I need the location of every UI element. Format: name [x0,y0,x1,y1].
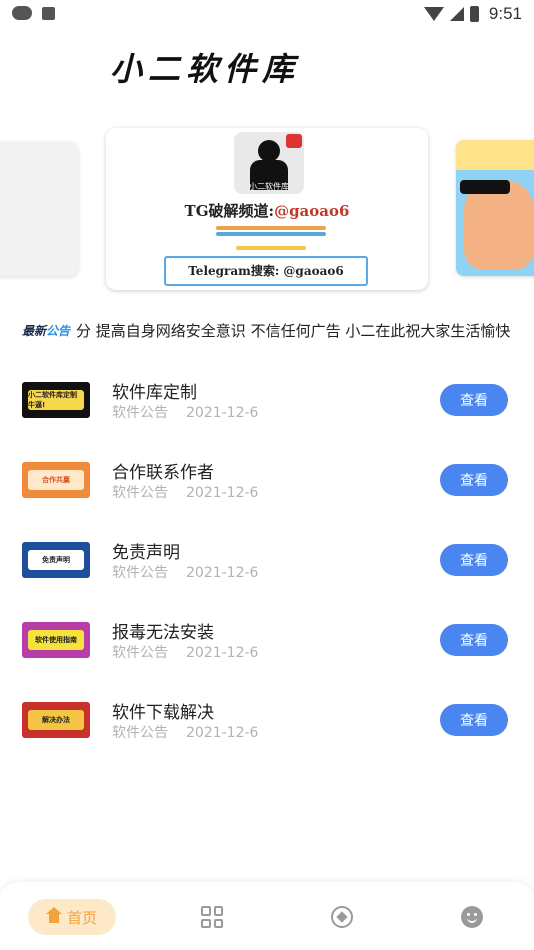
article-category: 软件公告 [112,485,168,501]
article-title: 软件库定制 [112,383,197,403]
list-item[interactable]: 小二软件库定制 牛逼! 软件库定制 软件公告 2021-12-6 查看 [0,370,534,450]
banner-title-handle: @gaoao6 [274,202,350,220]
article-date: 2021-12-6 [186,565,259,581]
notice-label: 最新公告 [22,322,70,339]
article-meta: 软件公告 2021-12-6 [112,722,258,742]
status-time: 9:51 [488,4,522,23]
list-item[interactable]: 合作共赢 合作联系作者 软件公告 2021-12-6 查看 [0,450,534,530]
view-button[interactable]: 查看 [440,544,508,576]
banner-title: TG破解频道:@gaoao6 [106,200,428,221]
banner-slide-next[interactable] [456,140,534,276]
signal-icon [449,7,464,21]
nav-tab-home[interactable]: 首页 [28,899,116,935]
thumbnail-text: 免责声明 [28,550,84,570]
article-meta: 软件公告 2021-12-6 [112,482,258,502]
article-meta: 软件公告 2021-12-6 [112,642,258,662]
article-meta: 软件公告 2021-12-6 [112,402,258,422]
status-right-icons: 9:51 [423,4,522,24]
avatar-badge [286,134,302,148]
article-thumbnail: 解决办法 [22,702,90,738]
battery-icon [469,6,479,22]
banner-slide-previous[interactable] [0,142,78,276]
view-button[interactable]: 查看 [440,624,508,656]
view-button[interactable]: 查看 [440,384,508,416]
announcement-list: 小二软件库定制 牛逼! 软件库定制 软件公告 2021-12-6 查看 合作共赢 … [0,370,534,770]
article-category: 软件公告 [112,405,168,421]
thumbnail-text: 解决办法 [28,710,84,730]
article-date: 2021-12-6 [186,725,259,741]
view-button[interactable]: 查看 [440,464,508,496]
avatar-head-shape [258,140,280,162]
thumbnail-text: 软件使用指南 [28,630,84,650]
banner-wave-blue [216,232,326,236]
article-title: 免责声明 [112,543,180,563]
article-title: 报毒无法安装 [112,623,214,643]
article-title: 软件下载解决 [112,703,214,723]
sunglasses-shape [460,180,510,194]
list-item[interactable]: 解决办法 软件下载解决 软件公告 2021-12-6 查看 [0,690,534,770]
article-meta: 软件公告 2021-12-6 [112,562,258,582]
banner-search-box: Telegram搜索: @gaoao6 [164,256,368,286]
status-bar: 9:51 [0,0,534,30]
wifi-icon [423,7,444,21]
thumbnail-text: 小二软件库定制 牛逼! [28,390,84,410]
avatar-caption: 小二软件库 [249,182,289,191]
avatar: 小二软件库 [234,132,304,194]
font-a-icon [42,6,55,20]
banner-wave-orange [216,226,326,230]
thumbnail-text: 合作共赢 [28,470,84,490]
cloud-icon [12,6,32,20]
banner-title-prefix: TG破解频道: [184,202,275,220]
article-date: 2021-12-6 [186,485,259,501]
notice-label-blue: 公告 [46,323,71,338]
article-date: 2021-12-6 [186,645,259,661]
status-left-icons [12,6,55,20]
banner-carousel[interactable]: 小二软件库 TG破解频道:@gaoao6 Telegram搜索: @gaoao6 [0,128,534,292]
article-category: 软件公告 [112,565,168,581]
article-title: 合作联系作者 [112,463,214,483]
banner-slide-current[interactable]: 小二软件库 TG破解频道:@gaoao6 Telegram搜索: @gaoao6 [106,128,428,290]
nav-tab-home-label: 首页 [66,908,97,927]
banner-wave-yellow [236,246,306,250]
article-category: 软件公告 [112,725,168,741]
notice-label-dark: 最新 [22,323,47,338]
smile-icon[interactable] [461,906,483,928]
app-logo: 小二软件库 [110,50,301,88]
list-item[interactable]: 免责声明 免责声明 软件公告 2021-12-6 查看 [0,530,534,610]
list-item[interactable]: 软件使用指南 报毒无法安装 软件公告 2021-12-6 查看 [0,610,534,690]
grid-icon[interactable] [201,906,223,928]
notice-bar[interactable]: 最新公告 分 提高自身网络安全意识 不信任何广告 小二在此祝大家生活愉快 [22,318,534,342]
bottom-navigation: 首页 [0,882,534,950]
compass-icon[interactable] [331,906,353,928]
article-thumbnail: 免责声明 [22,542,90,578]
home-icon [45,907,62,924]
article-thumbnail: 小二软件库定制 牛逼! [22,382,90,418]
article-thumbnail: 软件使用指南 [22,622,90,658]
view-button[interactable]: 查看 [440,704,508,736]
slide-next-stripe [456,140,534,170]
notice-text: 分 提高自身网络安全意识 不信任何广告 小二在此祝大家生活愉快 [76,321,511,340]
article-thumbnail: 合作共赢 [22,462,90,498]
article-date: 2021-12-6 [186,405,259,421]
article-category: 软件公告 [112,645,168,661]
